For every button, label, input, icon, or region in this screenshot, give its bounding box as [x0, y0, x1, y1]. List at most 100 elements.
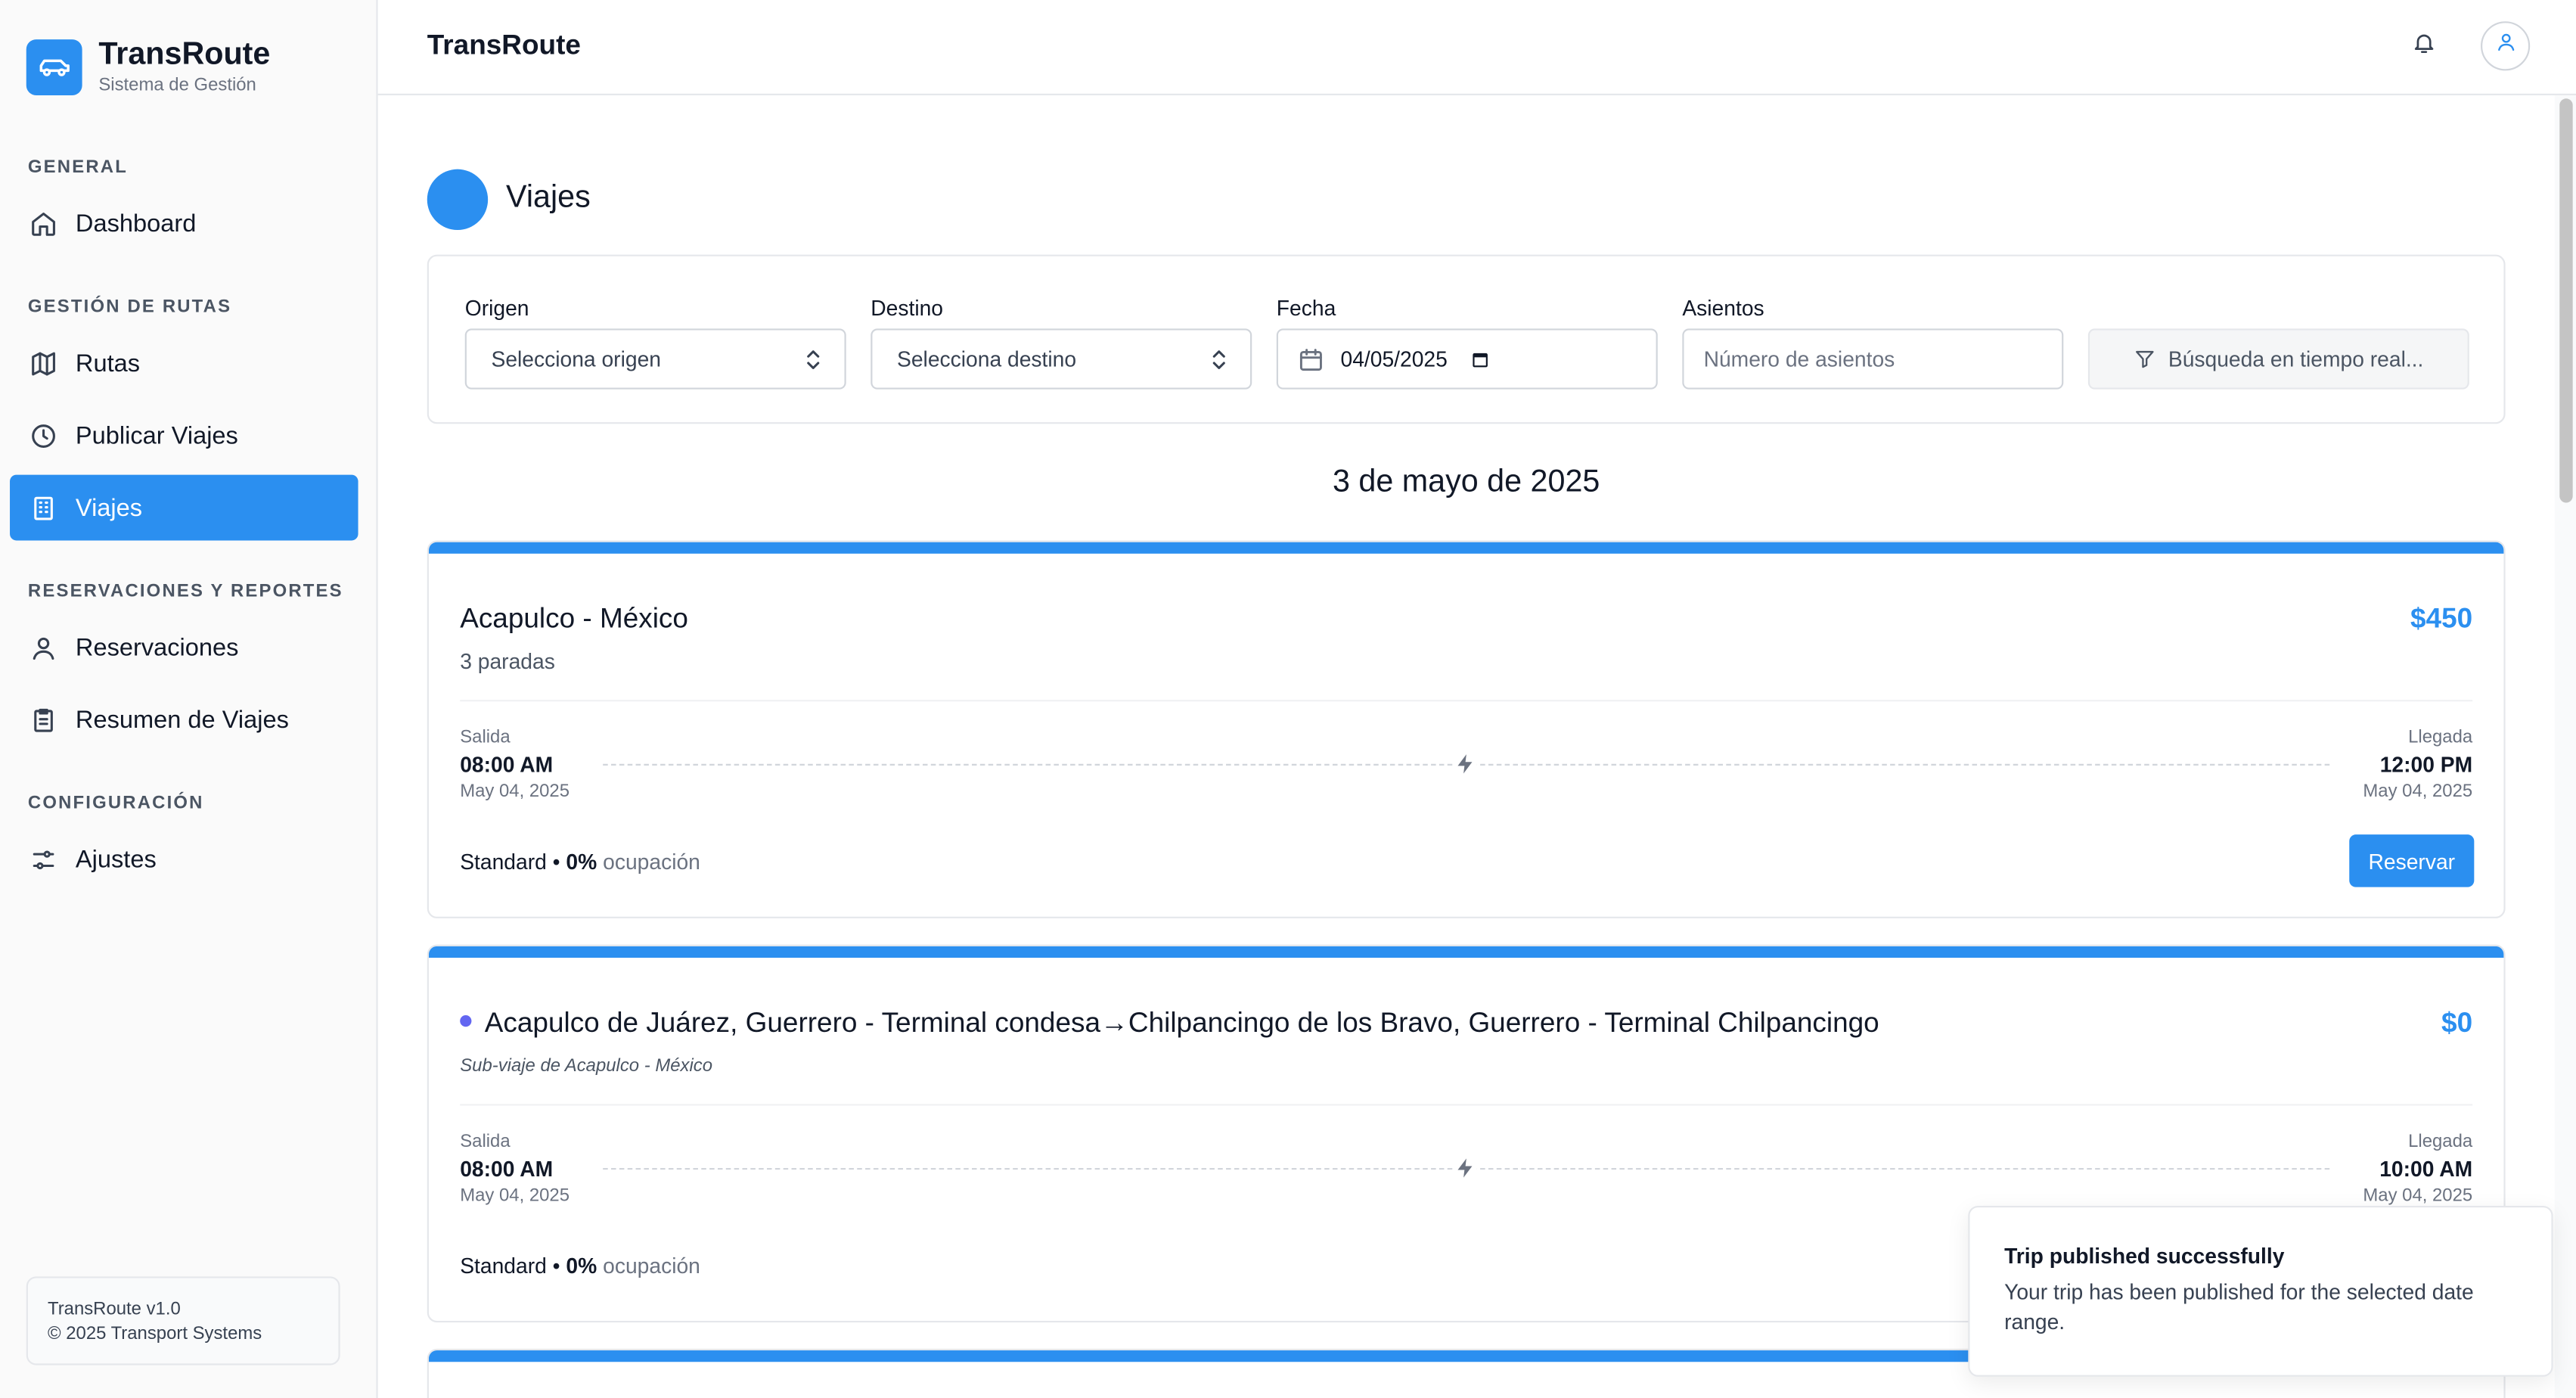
clipboard-icon: [28, 705, 57, 735]
filters-panel: Origen Selecciona origen Destino Selecci…: [427, 254, 2506, 424]
sub-trip-parent: Sub-viaje de Acapulco - México: [460, 1056, 713, 1076]
calendar-picker-icon[interactable]: [1470, 349, 1490, 368]
departure-date: May 04, 2025: [460, 781, 570, 802]
sliders-icon: [28, 844, 57, 874]
date-heading: 3 de mayo de 2025: [1332, 464, 1600, 500]
destination-label: Destino: [871, 295, 944, 321]
departure-label: Salida: [460, 1132, 511, 1152]
date-input[interactable]: 04/05/2025: [1276, 328, 1658, 390]
trip-card-accent-bar: [428, 946, 2504, 958]
nav-section-config: CONFIGURACIÓN: [27, 793, 204, 813]
seats-placeholder: Número de asientos: [1703, 346, 1895, 371]
clock-icon: [28, 421, 57, 450]
scrollbar-thumb[interactable]: [2559, 98, 2573, 503]
realtime-search-label: Búsqueda en tiempo real...: [2168, 346, 2424, 371]
home-icon: [28, 209, 57, 238]
realtime-search-button[interactable]: Búsqueda en tiempo real...: [2087, 328, 2469, 390]
building-icon: [28, 492, 57, 522]
chevron-up-down-icon: [1211, 348, 1227, 371]
user-icon: [2494, 31, 2515, 61]
arrival-label: Llegada: [2408, 728, 2473, 748]
sidebar-item-label: Publicar Viajes: [75, 421, 238, 449]
sidebar-item-resumen-viajes[interactable]: Resumen de Viajes: [10, 687, 358, 753]
trip-capacity: Standard • 0% ocupación: [460, 1253, 700, 1278]
car-icon: [26, 39, 82, 95]
user-avatar-button[interactable]: [2481, 21, 2531, 71]
seats-input[interactable]: Número de asientos: [1682, 328, 2064, 390]
brand-title: TransRoute: [98, 37, 271, 73]
sidebar-item-ajustes[interactable]: Ajustes: [10, 826, 358, 892]
arrival-time: 12:00 PM: [2379, 752, 2473, 778]
sidebar-item-viajes[interactable]: Viajes: [10, 474, 358, 541]
user-icon: [28, 632, 57, 662]
date-value: 04/05/2025: [1340, 346, 1448, 371]
trip-card-accent-bar: [428, 542, 2504, 554]
trip-title: Acapulco - México: [460, 602, 688, 635]
nav-section-general: GENERAL: [27, 157, 128, 178]
header-title: TransRoute: [427, 30, 581, 61]
bell-icon[interactable]: [2412, 30, 2441, 59]
departure-time: 08:00 AM: [460, 752, 554, 778]
destination-select-value: Selecciona destino: [897, 346, 1077, 371]
sidebar-item-dashboard[interactable]: Dashboard: [10, 191, 358, 256]
sidebar-item-label: Reservaciones: [75, 633, 239, 662]
toast-notification[interactable]: Trip published successfully Your trip ha…: [1968, 1205, 2553, 1377]
destination-select[interactable]: Selecciona destino: [871, 328, 1252, 390]
sidebar-item-label: Ajustes: [75, 845, 157, 874]
nav-section-reservations: RESERVACIONES Y REPORTES: [27, 581, 343, 601]
sidebar-item-label: Resumen de Viajes: [75, 705, 289, 734]
occupancy-label: ocupación: [603, 1253, 700, 1278]
trip-stops: 3 paradas: [460, 648, 555, 674]
calendar-icon: [1298, 346, 1324, 372]
brand[interactable]: TransRoute Sistema de Gestión: [26, 39, 271, 95]
brand-subtitle: Sistema de Gestión: [98, 75, 256, 95]
trip-occupancy: 0%: [566, 1253, 597, 1278]
trip-occupancy: 0%: [566, 849, 597, 875]
map-icon: [28, 348, 57, 377]
trip-class: Standard: [460, 1253, 547, 1278]
sub-trip-dot: [460, 1015, 472, 1027]
topbar: TransRoute: [377, 0, 2576, 95]
bolt-icon: [1454, 752, 1477, 775]
version-box: TransRoute v1.0 © 2025 Transport Systems: [26, 1276, 340, 1365]
sidebar-item-label: Viajes: [75, 493, 143, 522]
reserve-button[interactable]: Reservar: [2349, 834, 2475, 887]
page-title: Viajes: [506, 180, 591, 216]
version-copyright: © 2025 Transport Systems: [47, 1324, 262, 1344]
occupancy-label: ocupación: [603, 849, 700, 875]
sidebar-item-rutas[interactable]: Rutas: [10, 330, 358, 396]
arrival-time: 10:00 AM: [2379, 1156, 2473, 1182]
origin-label: Origen: [464, 295, 529, 321]
trip-title-text: Acapulco de Juárez, Guerrero - Terminal …: [484, 1007, 1879, 1039]
sidebar-item-publicar-viajes[interactable]: Publicar Viajes: [10, 402, 358, 468]
divider: [460, 1104, 2473, 1106]
trip-title: Acapulco de Juárez, Guerrero - Terminal …: [460, 1007, 1879, 1039]
origin-select-value: Selecciona origen: [491, 346, 662, 371]
toast-title: Trip published successfully: [2004, 1243, 2285, 1269]
trip-card: Acapulco - México $450 3 paradas Salida …: [427, 540, 2506, 918]
seats-label: Asientos: [1682, 295, 1764, 321]
departure-date: May 04, 2025: [460, 1185, 570, 1206]
page-icon: [427, 169, 489, 231]
arrival-label: Llegada: [2408, 1132, 2473, 1152]
sidebar-item-reservaciones[interactable]: Reservaciones: [10, 614, 358, 680]
origin-select[interactable]: Selecciona origen: [464, 328, 846, 390]
version-name: TransRoute v1.0: [47, 1299, 181, 1319]
arrival-date: May 04, 2025: [2363, 1185, 2473, 1206]
arrival-date: May 04, 2025: [2363, 781, 2473, 802]
trip-capacity: Standard • 0% ocupación: [460, 849, 700, 875]
sidebar-item-label: Dashboard: [75, 209, 197, 238]
trip-price: $450: [2410, 602, 2473, 635]
departure-time: 08:00 AM: [460, 1156, 554, 1182]
date-label: Fecha: [1276, 295, 1336, 321]
filter-icon: [2134, 348, 2155, 369]
toast-body: Your trip has been published for the sel…: [2004, 1279, 2474, 1334]
departure-label: Salida: [460, 728, 511, 748]
sidebar: TransRoute Sistema de Gestión GENERAL Da…: [0, 0, 378, 1398]
sidebar-item-label: Rutas: [75, 349, 141, 377]
nav-section-routes: GESTIÓN DE RUTAS: [27, 297, 232, 318]
divider: [460, 700, 2473, 702]
chevron-up-down-icon: [805, 348, 821, 371]
bolt-icon: [1454, 1156, 1477, 1180]
trip-class: Standard: [460, 849, 547, 875]
